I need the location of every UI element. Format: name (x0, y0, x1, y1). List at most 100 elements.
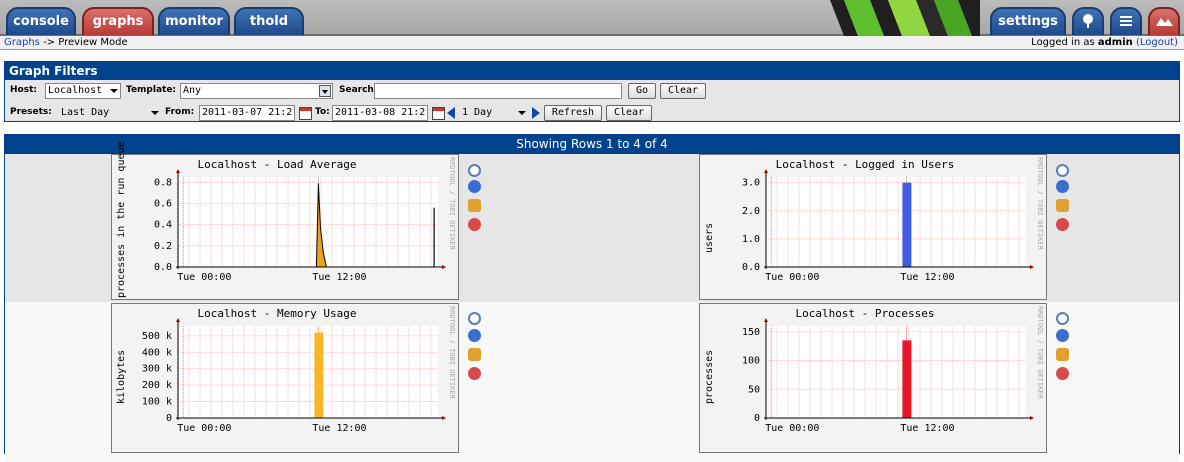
timespan-select[interactable]: 1 Day (459, 105, 529, 121)
axis-arrow (764, 169, 768, 173)
plot-area (178, 177, 438, 267)
tab-thold[interactable]: thold (234, 7, 304, 35)
time-graph-icon[interactable] (468, 367, 481, 380)
tab-monitor[interactable]: monitor (158, 7, 230, 35)
time-graph-icon[interactable] (1056, 218, 1069, 231)
graph-logged-in-users[interactable]: Localhost - Logged in Users RRDTOOL / TO… (699, 154, 1047, 300)
host-select[interactable]: Localhost (45, 83, 121, 99)
export-csv-icon[interactable] (468, 329, 481, 342)
username: admin (1097, 37, 1133, 48)
results-header: Showing Rows 1 to 4 of 4 (5, 135, 1179, 154)
x-tick-label: Tue 00:00 (177, 423, 231, 434)
presets-select[interactable]: Last Day (58, 105, 162, 121)
chevron-down-icon (151, 111, 159, 115)
breadcrumb: Graphs -> Preview Mode (4, 36, 128, 49)
y-tick-label: 0.2 (154, 241, 172, 252)
graph-memory-usage[interactable]: Localhost - Memory Usage RRDTOOL / TOBI … (111, 303, 459, 453)
preview-view-tab[interactable] (1148, 7, 1180, 35)
chevron-down-icon (518, 111, 526, 115)
export-csv-icon[interactable] (1056, 329, 1069, 342)
chevron-down-icon (319, 85, 331, 97)
y-tick-label: 300 k (142, 364, 172, 375)
axis-arrow (764, 318, 768, 322)
search-input[interactable] (374, 83, 622, 99)
time-graph-icon[interactable] (1056, 367, 1069, 380)
y-tick-label: 0.0 (154, 262, 172, 273)
export-csv-icon[interactable] (1056, 180, 1069, 193)
axis-arrow (176, 318, 180, 322)
plot-area (178, 326, 438, 418)
tab-settings[interactable]: settings (990, 7, 1066, 35)
x-tick-label: Tue 12:00 (312, 423, 366, 434)
search-label: Search: (339, 85, 378, 95)
y-tick-label: 500 k (142, 331, 172, 342)
edit-graph-icon[interactable] (1056, 348, 1069, 361)
tab-graphs[interactable]: graphs (82, 7, 154, 35)
from-date-input[interactable]: 2011-03-07 21:2 (199, 105, 295, 121)
tree-view-tab[interactable] (1072, 7, 1104, 35)
preview-icon (1156, 18, 1173, 26)
edit-graph-icon[interactable] (468, 348, 481, 361)
logged-in-users-plot: 0.0 1.0 2.0 3.0 Tue 00:00 Tue 12:00 (742, 169, 1034, 283)
export-csv-icon[interactable] (468, 180, 481, 193)
graph-load-average[interactable]: Localhost - Load Average RRDTOOL / TOBI … (111, 141, 459, 300)
tab-console[interactable]: console (6, 7, 76, 35)
graph-filters-title: Graph Filters (5, 62, 1179, 80)
go-button[interactable]: Go (628, 83, 656, 99)
zoom-icon[interactable] (1056, 164, 1069, 177)
y-tick-label: 0.8 (154, 177, 172, 188)
breadcrumb-current: -> Preview Mode (43, 37, 128, 48)
y-tick-label: 50 (748, 384, 760, 395)
clear-dates-button[interactable]: Clear (606, 105, 652, 121)
zoom-icon[interactable] (1056, 312, 1069, 325)
processes-plot: 0 50 100 150 Tue 00:00 Tue 12:00 (742, 318, 1034, 434)
time-graph-icon[interactable] (468, 218, 481, 231)
from-label: From: (165, 107, 195, 117)
clear-button[interactable]: Clear (660, 83, 706, 99)
to-label: To: (315, 107, 330, 117)
y-tick-label: 1.0 (742, 234, 760, 245)
to-calendar-icon[interactable] (432, 107, 445, 120)
axis-arrow (442, 416, 446, 420)
refresh-button[interactable]: Refresh (544, 105, 602, 121)
zoom-icon[interactable] (468, 312, 481, 325)
zoom-icon[interactable] (468, 164, 481, 177)
edit-graph-icon[interactable] (468, 199, 481, 212)
to-date-input[interactable]: 2011-03-08 21:2 (332, 105, 428, 121)
y-tick-label: 0.4 (154, 220, 172, 231)
login-status: Logged in as admin (Logout) (1031, 36, 1178, 49)
y-tick-label: 2.0 (742, 206, 760, 217)
y-tick-label: 100 (742, 356, 760, 367)
axis-arrow (1030, 265, 1034, 269)
data-bar (902, 182, 912, 267)
from-calendar-icon[interactable] (299, 107, 312, 120)
host-label: Host: (10, 85, 37, 95)
plot-area (766, 326, 1026, 418)
edit-graph-icon[interactable] (1056, 199, 1069, 212)
y-tick-label: 150 (742, 327, 760, 338)
breadcrumb-graphs-link[interactable]: Graphs (4, 37, 40, 48)
graph-processes[interactable]: Localhost - Processes RRDTOOL / TOBI OET… (699, 303, 1047, 453)
axis-arrow (176, 169, 180, 173)
logout-link[interactable]: (Logout) (1136, 37, 1178, 48)
breadcrumb-bar: Graphs -> Preview Mode Logged in as admi… (0, 36, 1184, 50)
x-tick-label: Tue 00:00 (177, 272, 231, 283)
memory-usage-plot: 0 100 k 200 k 300 k 400 k 500 k Tue 00:00 Tue 1… (142, 318, 446, 434)
shift-left-arrow-icon[interactable] (447, 107, 455, 119)
chevron-down-icon (110, 89, 118, 93)
y-tick-label: 100 k (142, 397, 172, 408)
presets-label: Presets: (10, 107, 52, 117)
x-tick-label: Tue 12:00 (312, 272, 366, 283)
shift-right-arrow-icon[interactable] (532, 107, 540, 119)
template-select-value: Any (183, 85, 202, 96)
decorative-stripes (830, 0, 980, 36)
y-tick-label: 0 (754, 413, 760, 424)
template-select[interactable]: Any (180, 83, 333, 99)
y-tick-label: 0 (166, 413, 172, 424)
timespan-select-value: 1 Day (462, 107, 493, 118)
data-bar (314, 332, 324, 418)
list-view-tab[interactable] (1110, 7, 1142, 35)
x-tick-label: Tue 00:00 (765, 272, 819, 283)
logged-in-label: Logged in as (1031, 37, 1095, 48)
y-tick-label: 0.0 (742, 262, 760, 273)
